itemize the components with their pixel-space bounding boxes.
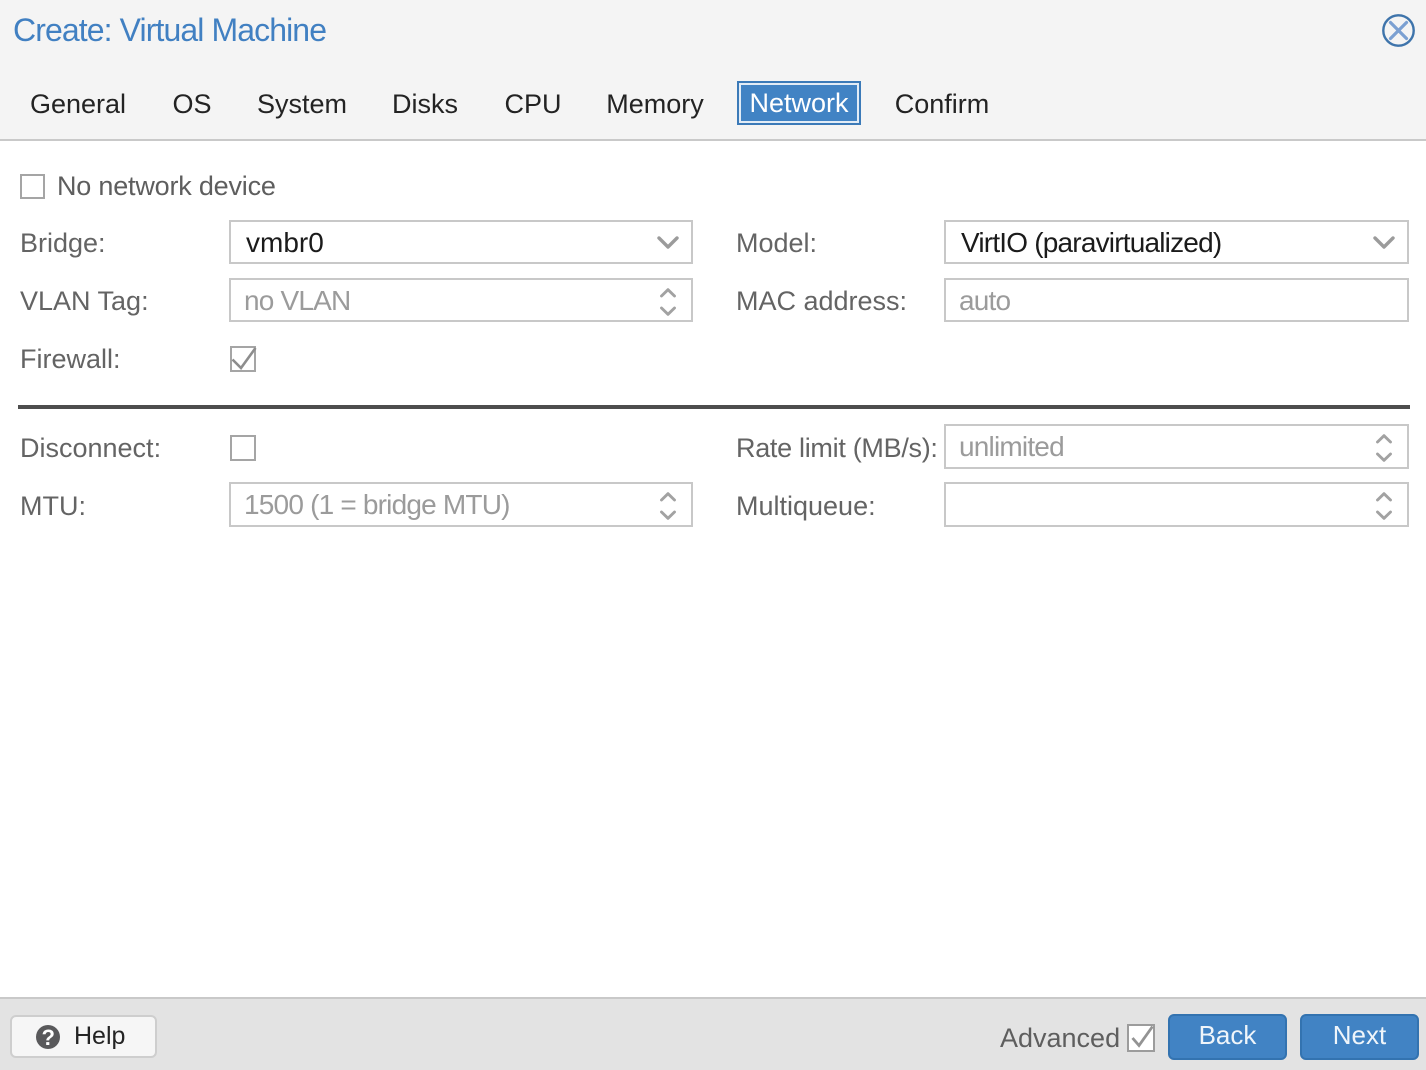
svg-text:?: ? [41,1025,54,1049]
